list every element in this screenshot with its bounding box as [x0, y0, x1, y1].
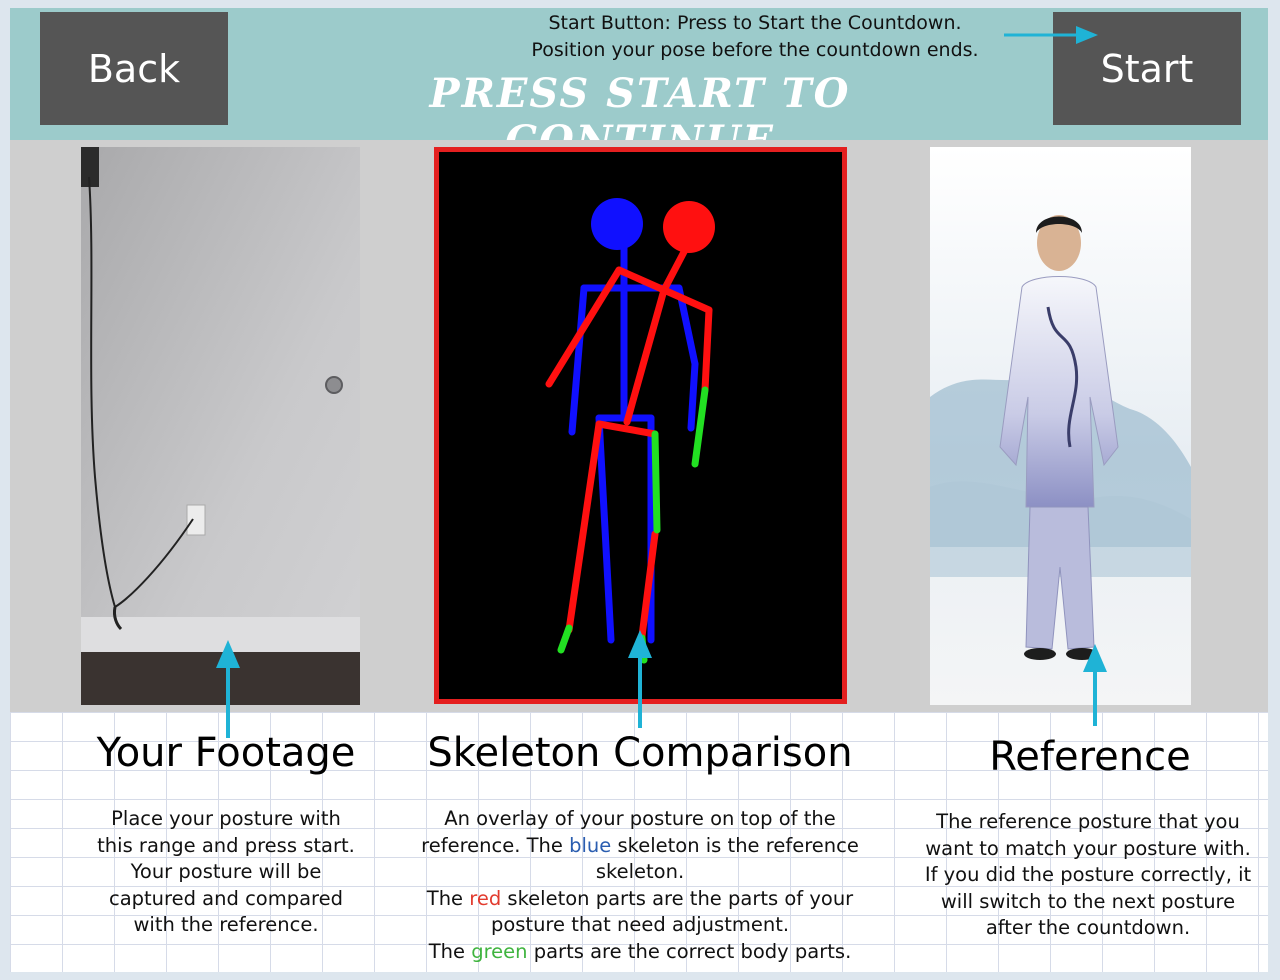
desc-line: posture that need adjustment. — [490, 913, 790, 936]
desc-line: Your posture will be — [130, 860, 322, 883]
reference-skeleton — [568, 240, 699, 644]
desc-line: An overlay of your posture on top of the — [444, 807, 836, 830]
arrow-up-icon — [628, 630, 652, 728]
skeleton-comparison-description: An overlay of your posture on top of the… — [400, 806, 880, 965]
start-button-callout: Start Button: Press to Start the Countdo… — [480, 10, 1030, 64]
desc-line: The red skeleton parts are the parts of … — [426, 886, 854, 910]
callout-line-2: Position your pose before the countdown … — [531, 39, 979, 61]
reference-view — [930, 147, 1191, 705]
your-footage-title: Your Footage — [96, 730, 356, 776]
skeleton-overlay — [545, 198, 715, 664]
desc-line: Place your posture with — [111, 807, 341, 830]
your-footage-description: Place your posture with this range and p… — [70, 806, 382, 939]
desc-line: The reference posture that you — [936, 810, 1240, 833]
user-head — [663, 201, 715, 253]
desc-line: with the reference. — [133, 913, 319, 936]
reference-image — [930, 147, 1191, 705]
desc-line: captured and compared — [108, 886, 344, 910]
arrow-right-icon — [1004, 26, 1098, 44]
skeleton-comparison-view — [434, 147, 847, 704]
reference-description: The reference posture that you want to m… — [910, 809, 1266, 942]
desc-line: If you did the posture correctly, it — [924, 863, 1252, 886]
app-screen: Back Start Start Button: Press to Start … — [10, 8, 1268, 972]
reference-title: Reference — [989, 734, 1191, 780]
callout-line-1: Start Button: Press to Start the Countdo… — [548, 12, 962, 34]
top-bar: Back Start Start Button: Press to Start … — [10, 8, 1268, 164]
desc-line: this range and press start. — [97, 833, 355, 857]
arrow-up-icon — [216, 640, 240, 738]
back-button[interactable]: Back — [40, 12, 228, 125]
red-word: red — [469, 886, 502, 910]
desc-line: after the countdown. — [985, 916, 1191, 939]
desc-line: want to match your posture with. — [925, 836, 1251, 860]
blue-word: blue — [569, 833, 612, 857]
desc-line: will switch to the next posture — [940, 889, 1236, 913]
desc-line: The green parts are the correct body par… — [428, 939, 852, 963]
desc-line: skeleton. — [595, 860, 685, 883]
desc-line: reference. The blue skeleton is the refe… — [421, 833, 859, 857]
camera-feed-image — [81, 147, 360, 705]
green-word: green — [471, 939, 528, 963]
reference-head — [591, 198, 643, 250]
skeleton-comparison-title: Skeleton Comparison — [427, 730, 853, 776]
arrow-up-icon — [1083, 644, 1107, 726]
user-footage-view — [81, 147, 360, 705]
